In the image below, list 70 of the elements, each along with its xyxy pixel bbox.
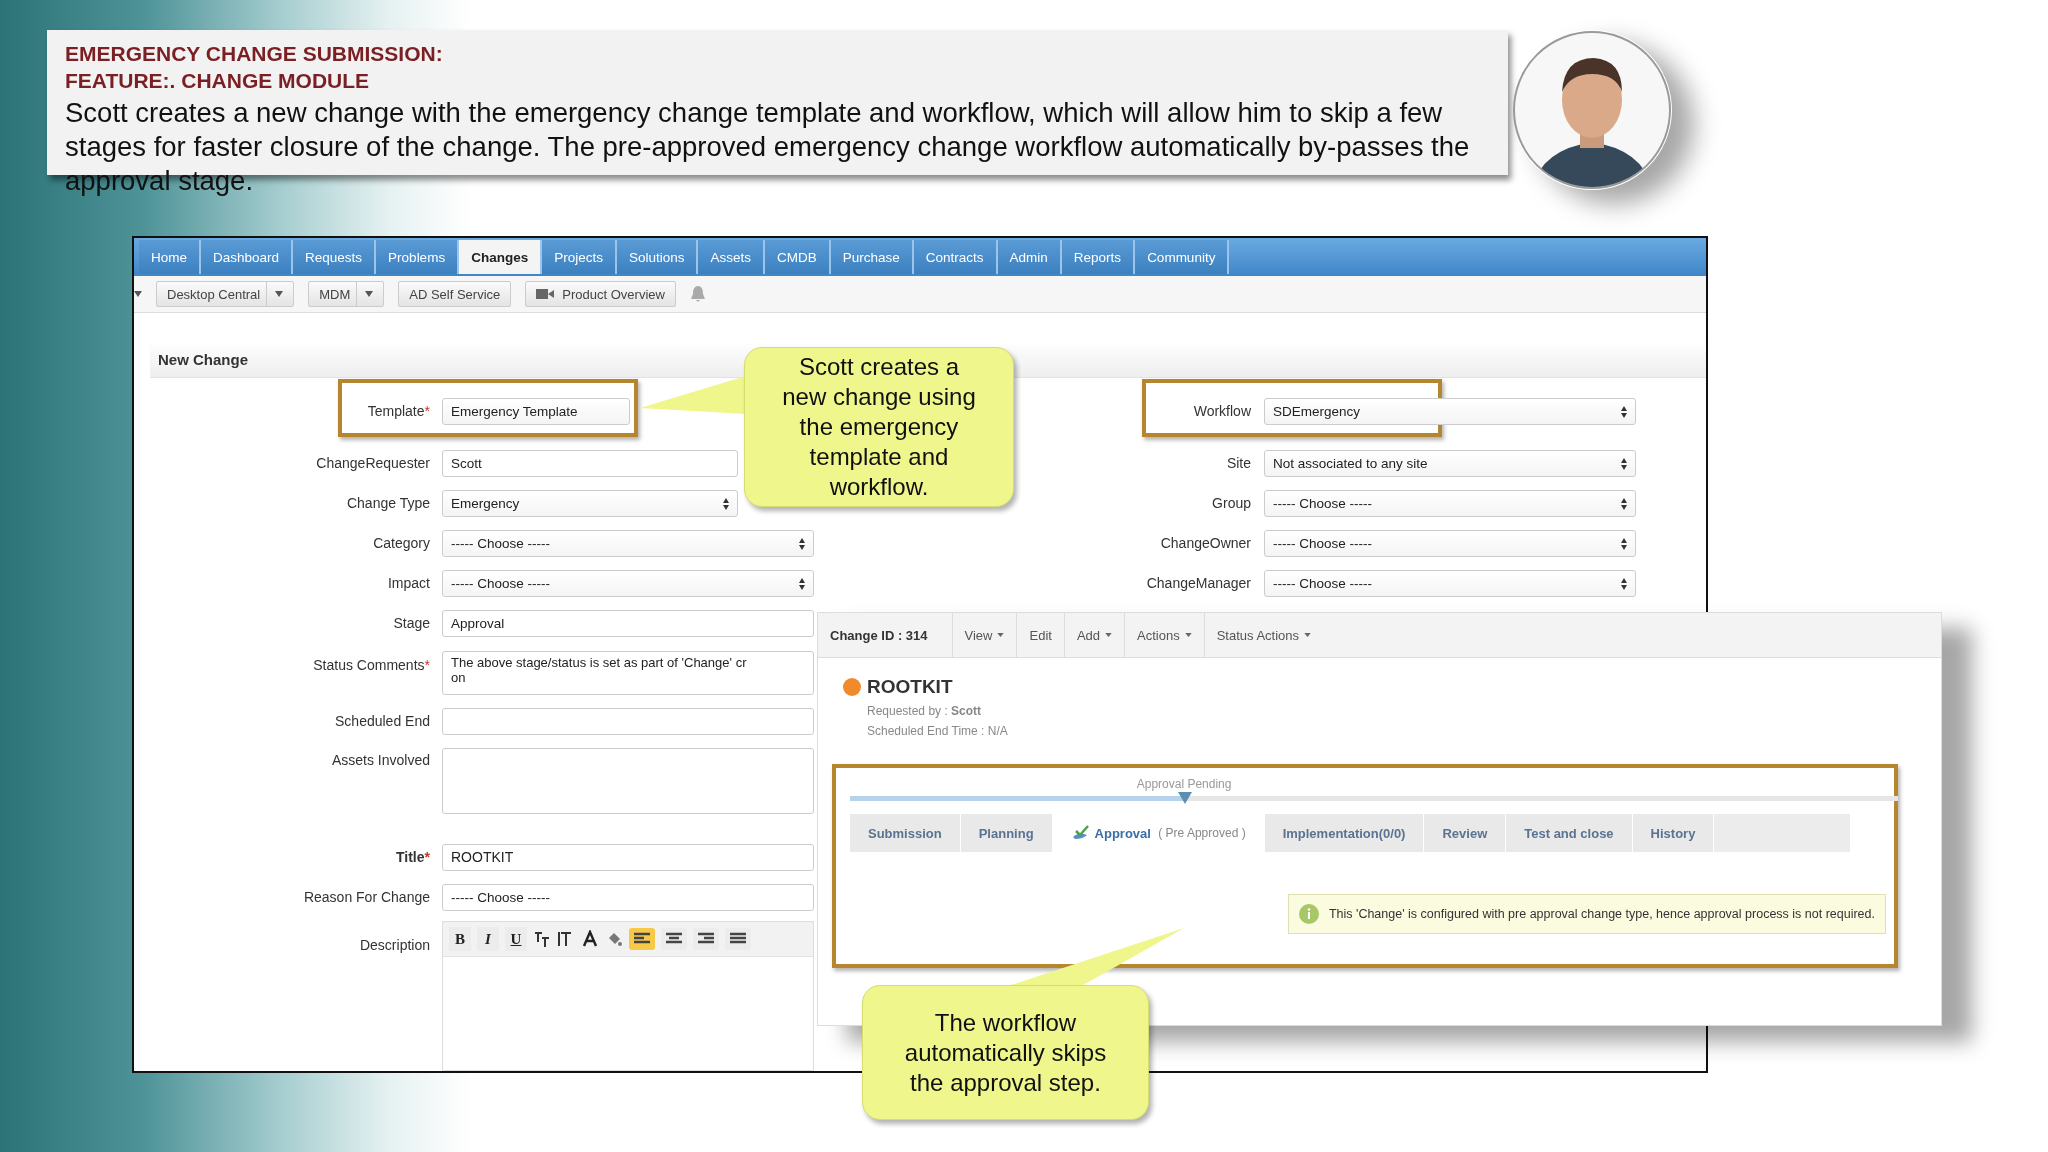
select-field[interactable]: ----- Choose ----- — [1264, 529, 1636, 557]
select-field[interactable]: ----- Choose ----- — [1264, 569, 1636, 597]
slide-text: Scott creates a new change with the emergency change template and workflow, which will allow him to skip a few stages for faster closure of the change. The pre-approved emergency change workflow automatically by-passes the approval stage. — [65, 96, 1471, 198]
stage-status: Approval Pending — [1136, 777, 1232, 791]
nav-tab[interactable]: Home — [139, 240, 201, 274]
nav-tab[interactable]: Assets — [698, 240, 765, 274]
input-field[interactable]: Scott — [442, 449, 738, 477]
nav-tab[interactable]: Solutions — [616, 240, 699, 274]
input-field[interactable]: Emergency Template — [442, 397, 630, 425]
slide-heading: EMERGENCY CHANGE SUBMISSION: — [65, 41, 444, 67]
field-label: Site — [1226, 455, 1251, 471]
select-field[interactable]: SDEmergency — [1264, 397, 1636, 425]
toolbar-button[interactable]: Product Overview — [525, 281, 676, 307]
field-label: Template* — [367, 403, 430, 419]
requested-by: Requested by : Scott — [867, 704, 982, 718]
nav-tab[interactable]: Dashboard — [201, 240, 294, 274]
field-label: Status Comments* — [313, 657, 430, 673]
menu-button[interactable]: Add — [1063, 613, 1125, 657]
info-message: This 'Change' is configured with pre approval change type, hence approval process is not required. — [1287, 894, 1886, 934]
stage-tab[interactable]: Approval ( Pre Approved ) — [1052, 814, 1265, 852]
nav-tab[interactable]: Problems — [376, 240, 460, 274]
menu-button[interactable]: Actions — [1124, 613, 1204, 657]
input-field[interactable]: Emergency — [442, 489, 738, 517]
dropdown-button[interactable]: Desktop Central — [156, 281, 295, 307]
input-field[interactable]: Approval — [442, 609, 814, 637]
field-label: Workflow — [1193, 403, 1251, 419]
nav-tab[interactable]: Community — [1135, 240, 1230, 274]
menu-button[interactable]: View — [951, 613, 1017, 657]
field-label: Title* — [396, 849, 430, 865]
nav-tab[interactable]: Purchase — [830, 240, 914, 274]
change-id: Change ID : 314 — [830, 627, 928, 643]
format-button[interactable]: U — [505, 927, 527, 951]
panel-title: New Change — [158, 350, 248, 368]
select-field[interactable]: ----- Choose ----- — [1264, 489, 1636, 517]
select-field[interactable]: Not associated to any site — [1264, 449, 1636, 477]
field-label: Description — [359, 936, 430, 953]
input-field[interactable]: ROOTKIT — [442, 843, 814, 871]
text-editor[interactable]: B I U — [442, 921, 814, 1071]
input-field[interactable]: The above stage/status is set as part of 'Change' cr on — [442, 651, 814, 695]
field-label: Group — [1212, 495, 1251, 511]
field-label: Reason For Change — [303, 889, 430, 905]
nav-tab[interactable]: CMDB — [765, 240, 831, 274]
input-field[interactable]: ----- Choose ----- — [442, 529, 814, 557]
nav-tab[interactable]: Changes — [459, 240, 543, 274]
nav-tab[interactable]: Projects — [542, 240, 617, 274]
change-title: ROOTKIT — [867, 676, 953, 698]
field-label: Category — [373, 535, 430, 551]
callout: Scott creates a new change using the emergency template and workflow. — [744, 347, 1014, 507]
field-label: ChangeOwner — [1160, 535, 1251, 551]
nav-tab[interactable]: Requests — [293, 240, 377, 274]
field-label: Assets Involved — [331, 751, 430, 768]
format-button[interactable]: I — [477, 927, 499, 951]
field-label: ChangeManager — [1146, 575, 1251, 591]
field-label: Scheduled End — [335, 713, 430, 729]
toolbar-button[interactable]: AD Self Service — [398, 281, 512, 307]
dropdown-button[interactable]: MDM — [308, 281, 385, 307]
input-field[interactable]: ----- Choose ----- — [442, 569, 814, 597]
field-label: Stage — [393, 615, 430, 631]
edit-button[interactable]: Edit — [1016, 613, 1064, 657]
menu-button[interactable]: Status Actions — [1203, 613, 1324, 657]
field-label: Impact — [388, 575, 430, 591]
nav-tab[interactable]: Contracts — [913, 240, 998, 274]
field-label: Change Type — [346, 495, 430, 511]
input-field[interactable]: ----- Choose ----- — [442, 883, 814, 911]
format-button[interactable]: B — [449, 927, 471, 951]
slide-heading: FEATURE:. CHANGE MODULE — [65, 68, 371, 94]
nav-tab[interactable]: Admin — [997, 240, 1062, 274]
nav-tab[interactable]: Reports — [1061, 240, 1136, 274]
scheduled-end: Scheduled End Time : N/A — [867, 724, 1008, 738]
field-label: ChangeRequester — [316, 455, 430, 471]
